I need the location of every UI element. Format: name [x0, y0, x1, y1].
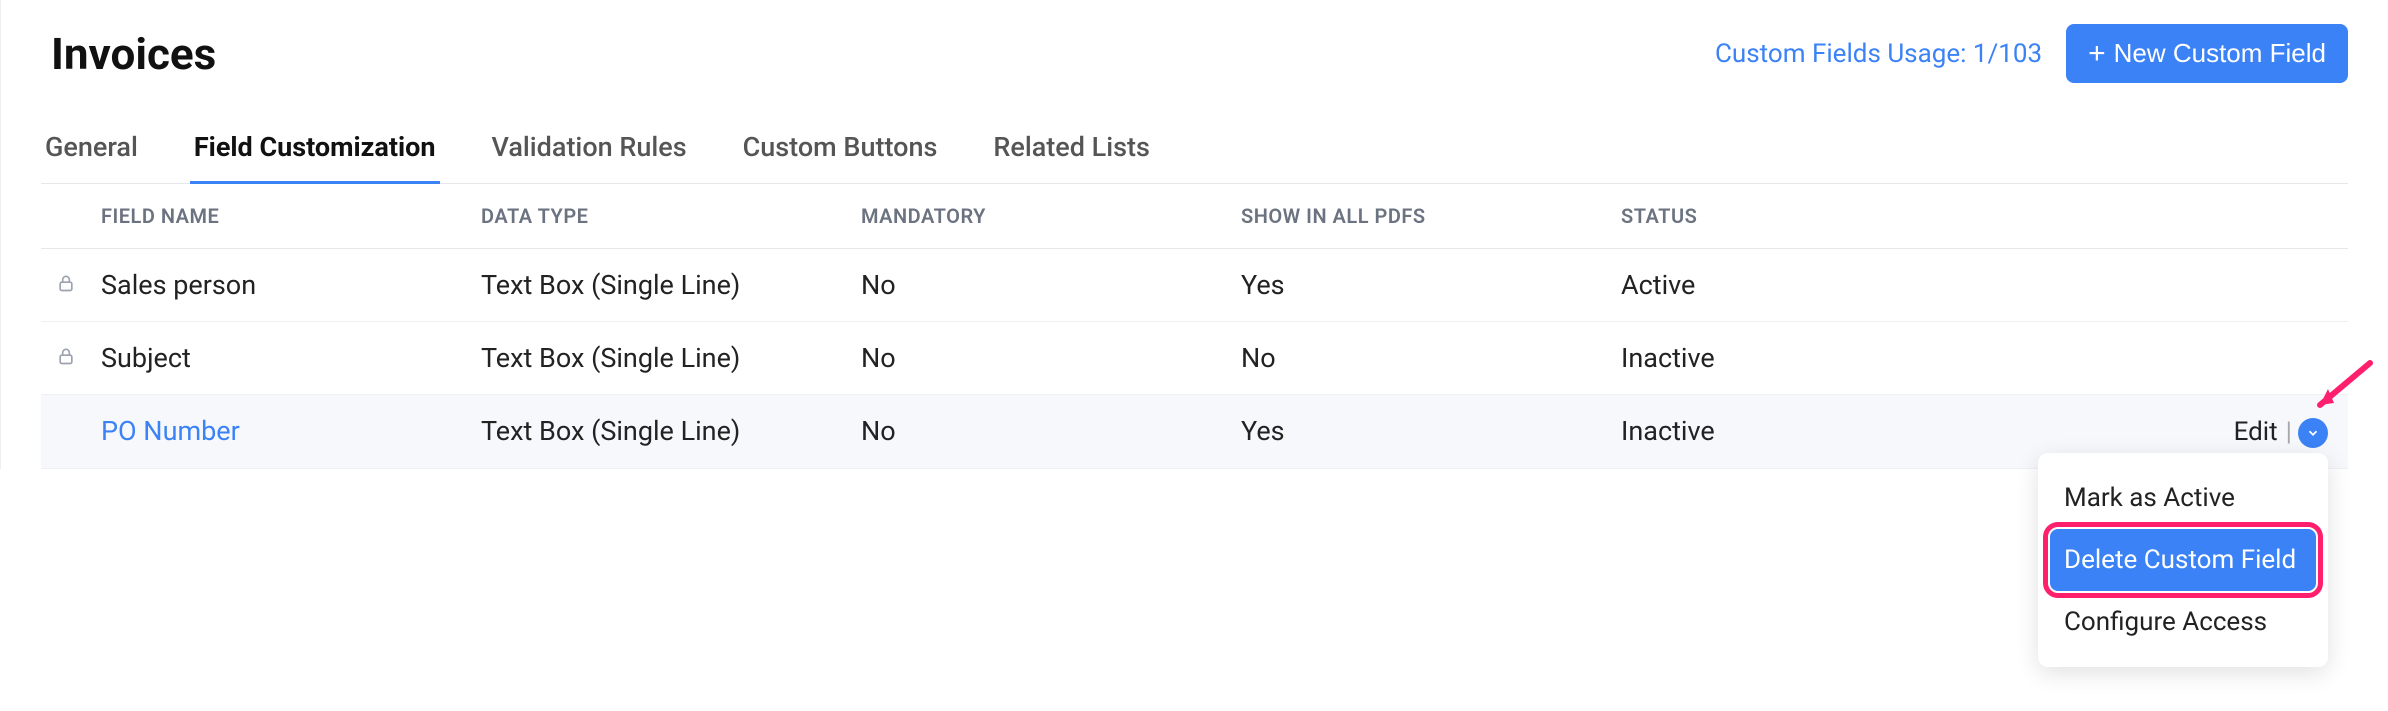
field-name[interactable]: PO Number: [101, 415, 240, 447]
table-row: PO Number Text Box (Single Line)NoYesInac…: [41, 395, 2348, 469]
field-name: Subject: [101, 342, 191, 374]
field-data-type: Text Box (Single Line): [471, 322, 851, 395]
field-status: Inactive: [1611, 322, 2031, 395]
field-show-pdf: Yes: [1231, 395, 1611, 469]
field-name: Sales person: [101, 269, 256, 301]
row-actions-dropdown-button[interactable]: [2298, 418, 2328, 448]
dropdown-item-delete-custom-field[interactable]: Delete Custom Field: [2050, 529, 2316, 591]
col-data-type: DATA TYPE: [471, 184, 851, 249]
new-custom-field-label: New Custom Field: [2114, 38, 2326, 69]
tab-field-customization[interactable]: Field Customization: [190, 113, 440, 184]
tabs: General Field Customization Validation Rul…: [41, 113, 2348, 184]
tab-general[interactable]: General: [41, 113, 142, 184]
field-status: Inactive: [1611, 395, 2031, 469]
col-mandatory: MANDATORY: [851, 184, 1231, 249]
field-data-type: Text Box (Single Line): [471, 395, 851, 469]
lock-icon: [56, 342, 76, 374]
plus-icon: +: [2088, 39, 2106, 69]
field-show-pdf: No: [1231, 322, 1611, 395]
edit-link[interactable]: Edit: [2234, 417, 2278, 447]
custom-fields-usage-link[interactable]: Custom Fields Usage: 1/103: [1715, 39, 2042, 69]
table-row: Sales person Text Box (Single Line)NoYesA…: [41, 249, 2348, 322]
field-mandatory: No: [851, 395, 1231, 469]
fields-table: FIELD NAME DATA TYPE MANDATORY SHOW IN A…: [41, 184, 2348, 469]
dropdown-item-configure-access[interactable]: Configure Access: [2050, 591, 2316, 653]
col-status: STATUS: [1611, 184, 2031, 249]
col-show-pdf: SHOW IN ALL PDFS: [1231, 184, 1611, 249]
field-mandatory: No: [851, 249, 1231, 322]
page-title: Invoices: [51, 28, 216, 80]
table-row: SubjectText Box (Single Line)NoNoInactiv…: [41, 322, 2348, 395]
field-show-pdf: Yes: [1231, 249, 1611, 322]
dropdown-item-mark-as-active[interactable]: Mark as Active: [2050, 467, 2316, 529]
field-data-type: Text Box (Single Line): [471, 249, 851, 322]
field-mandatory: No: [851, 322, 1231, 395]
tab-validation-rules[interactable]: Validation Rules: [488, 113, 691, 184]
separator: |: [2286, 417, 2292, 447]
tab-related-lists[interactable]: Related Lists: [989, 113, 1154, 184]
new-custom-field-button[interactable]: + New Custom Field: [2066, 24, 2348, 83]
field-status: Active: [1611, 249, 2031, 322]
tab-custom-buttons[interactable]: Custom Buttons: [739, 113, 942, 184]
lock-icon: [56, 269, 76, 301]
col-field-name: FIELD NAME: [91, 184, 471, 249]
row-actions-dropdown: Mark as ActiveDelete Custom FieldConfigu…: [2038, 453, 2328, 667]
